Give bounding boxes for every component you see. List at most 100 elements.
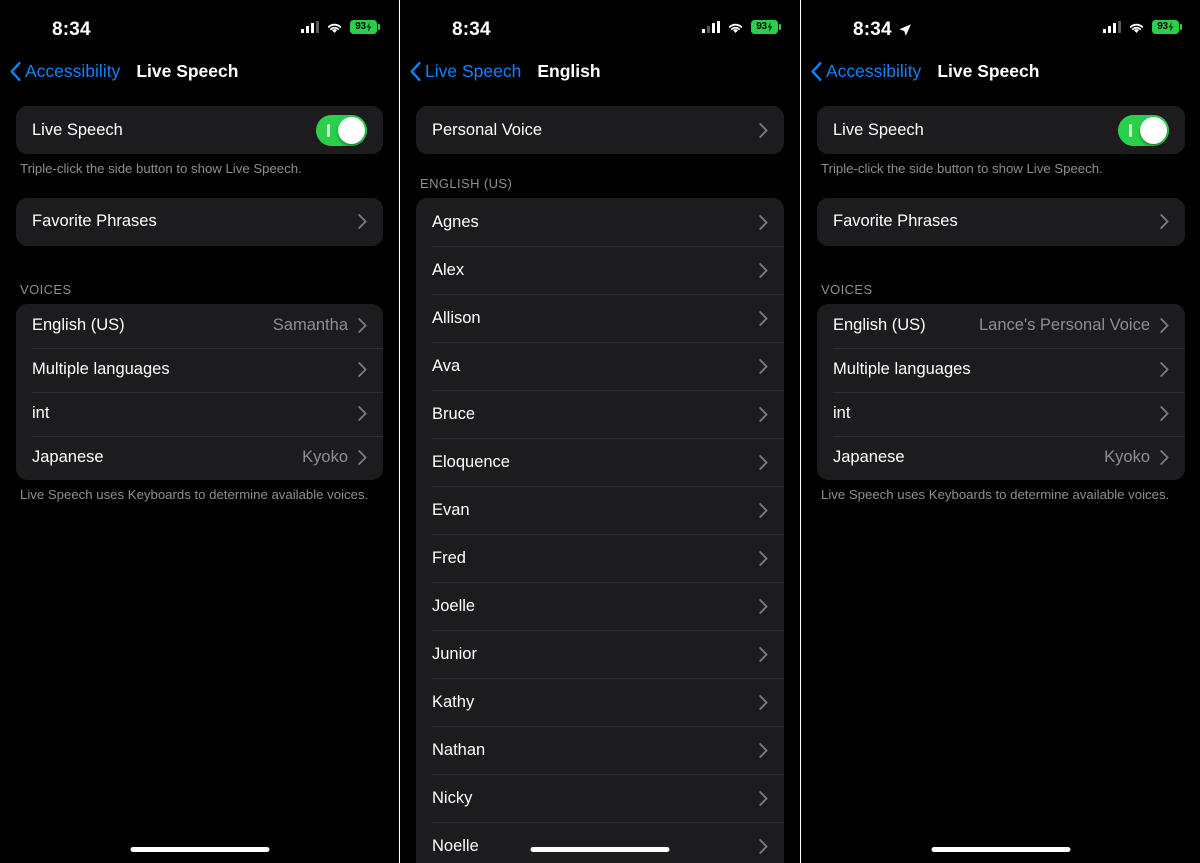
voice-name-row[interactable]: Nathan: [416, 726, 784, 774]
chevron-right-icon: [759, 694, 768, 710]
live-speech-toggle-label: Live Speech: [32, 120, 123, 139]
chevron-right-icon: [358, 318, 367, 334]
live-speech-toggle-switch[interactable]: [316, 114, 367, 146]
voice-name-row[interactable]: Agnes: [416, 198, 784, 246]
battery-icon: 93: [350, 20, 380, 34]
voice-name-label: Allison: [432, 308, 481, 327]
voices-card: English (US) Samantha Multiple languages…: [16, 303, 383, 480]
chevron-right-icon: [759, 214, 768, 230]
battery-percent: 93: [756, 21, 767, 32]
live-speech-footnote: Triple-click the side button to show Liv…: [20, 161, 302, 176]
charging-bolt-icon: [767, 22, 773, 32]
voice-name-label: Eloquence: [432, 452, 510, 471]
chevron-right-icon: [759, 262, 768, 278]
charging-bolt-icon: [366, 22, 372, 32]
back-button-accessibility[interactable]: Accessibility: [801, 61, 921, 82]
chevron-right-icon: [1160, 318, 1169, 334]
back-button-label: Accessibility: [25, 60, 121, 81]
status-bar-indicators: 93: [301, 20, 380, 34]
voice-name-row[interactable]: Allison: [416, 294, 784, 342]
live-speech-toggle-switch[interactable]: [1118, 114, 1169, 146]
voice-row-label: Multiple languages: [833, 360, 971, 379]
chevron-right-icon: [759, 550, 768, 566]
voice-name-row[interactable]: Joelle: [416, 582, 784, 630]
status-bar-time: 8:34: [52, 19, 91, 40]
voice-row-multiple-languages[interactable]: Multiple languages: [817, 347, 1185, 392]
voice-row-english-us[interactable]: English (US) Samantha: [16, 304, 383, 348]
live-speech-toggle-row[interactable]: Live Speech: [16, 106, 383, 154]
favorite-phrases-row[interactable]: Favorite Phrases: [16, 198, 383, 246]
voice-name-label: Fred: [432, 548, 466, 567]
chevron-right-icon: [759, 406, 768, 422]
home-indicator[interactable]: [931, 847, 1071, 852]
voice-row-value: Lance's Personal Voice: [978, 316, 1150, 335]
voice-name-row[interactable]: Ava: [416, 342, 784, 390]
voice-name-row[interactable]: Kathy: [416, 678, 784, 726]
voice-name-label: Agnes: [432, 212, 479, 231]
voice-name-label: Alex: [432, 260, 465, 279]
voice-name-row[interactable]: Junior: [416, 630, 784, 678]
voice-name-label: Bruce: [432, 404, 476, 423]
chevron-right-icon: [358, 362, 367, 378]
voice-name-label: Kathy: [432, 692, 475, 711]
home-indicator[interactable]: [130, 847, 269, 852]
favorite-phrases-card: Favorite Phrases: [817, 197, 1185, 246]
cellular-signal-icon: [301, 21, 319, 33]
voice-row-japanese[interactable]: Japanese Kyoko: [817, 435, 1185, 480]
status-bar: 8:34 93: [801, 0, 1200, 48]
personal-voice-card: Personal Voice: [416, 106, 784, 154]
voice-row-label: Japanese: [833, 448, 905, 467]
battery-icon: 93: [751, 20, 781, 34]
english-us-section-header: ENGLISH (US): [420, 176, 513, 191]
voice-row-japanese[interactable]: Japanese Kyoko: [16, 435, 383, 480]
live-speech-toggle-row[interactable]: Live Speech: [817, 106, 1185, 154]
voice-name-row[interactable]: Noelle: [416, 822, 784, 863]
favorite-phrases-label: Favorite Phrases: [32, 212, 157, 231]
phone-screen-english-voice-list: 8:34 93 Live Speech English Personal Voi…: [400, 0, 800, 863]
live-speech-toggle-card: Live Speech: [16, 106, 383, 154]
voice-name-label: Junior: [432, 644, 477, 663]
voice-name-row[interactable]: Nicky: [416, 774, 784, 822]
chevron-left-icon: [811, 61, 822, 81]
location-arrow-icon: [899, 23, 911, 36]
voice-row-int[interactable]: int: [817, 391, 1185, 436]
status-bar-indicators: 93: [1103, 20, 1182, 34]
chevron-right-icon: [358, 450, 367, 466]
voice-row-int[interactable]: int: [16, 391, 383, 436]
back-button-live-speech[interactable]: Live Speech: [400, 61, 521, 82]
voice-name-row[interactable]: Fred: [416, 534, 784, 582]
settings-content: Live Speech Triple-click the side button…: [0, 94, 399, 504]
voice-name-row[interactable]: Alex: [416, 246, 784, 294]
voice-row-english-us[interactable]: English (US) Lance's Personal Voice: [817, 304, 1185, 348]
toggle-knob: [338, 116, 365, 144]
back-button-accessibility[interactable]: Accessibility: [0, 61, 120, 82]
status-bar: 8:34 93: [400, 0, 800, 48]
back-button-label: Accessibility: [826, 60, 922, 81]
voice-name-label: Joelle: [432, 596, 476, 615]
phone-screen-live-speech-main: 8:34 93 Accessibility Live Speech Live S…: [0, 0, 399, 863]
home-indicator[interactable]: [530, 847, 670, 852]
wifi-icon: [1129, 23, 1144, 33]
live-speech-footnote: Triple-click the side button to show Liv…: [821, 161, 1103, 176]
voice-row-label: int: [32, 404, 50, 423]
voices-section-header: VOICES: [821, 281, 873, 297]
voice-name-card: Agnes Alex Allison Ava Bruce Eloquence Evan Fre…: [416, 198, 784, 863]
voice-name-row[interactable]: Evan: [416, 486, 784, 534]
voice-name-label: Evan: [432, 500, 470, 519]
voice-row-label: Japanese: [32, 448, 104, 467]
status-bar-time-group: 8:34: [52, 19, 91, 41]
voice-row-multiple-languages[interactable]: Multiple languages: [16, 347, 383, 392]
settings-content: Personal Voice ENGLISH (US) Agnes Alex All…: [400, 94, 800, 863]
voice-name-row[interactable]: Eloquence: [416, 438, 784, 486]
page-title: Live Speech: [937, 60, 1040, 81]
chevron-right-icon: [759, 454, 768, 470]
chevron-right-icon: [1160, 214, 1169, 230]
favorite-phrases-row[interactable]: Favorite Phrases: [817, 198, 1185, 246]
live-speech-toggle-label: Live Speech: [833, 120, 924, 139]
back-button-label: Live Speech: [425, 60, 522, 81]
voice-name-row[interactable]: Bruce: [416, 390, 784, 438]
navigation-bar: Accessibility Live Speech: [801, 48, 1200, 94]
voice-name-label: Nathan: [432, 740, 486, 759]
personal-voice-row[interactable]: Personal Voice: [416, 106, 784, 154]
toggle-on-bar: [327, 123, 330, 137]
